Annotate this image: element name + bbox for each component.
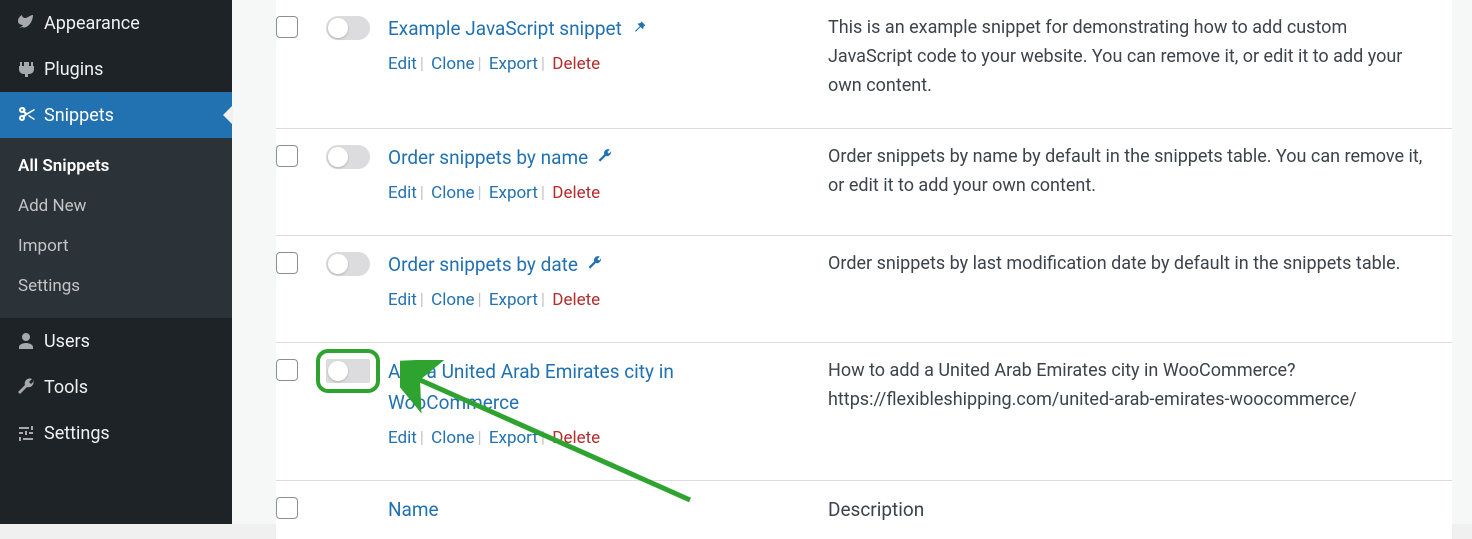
scissors-icon (16, 104, 44, 126)
brush-icon (16, 12, 44, 34)
sidebar-item-label: Snippets (44, 105, 114, 126)
sidebar-item-label: Users (44, 331, 90, 352)
table-row: Add a United Arab Emirates city in WooCo… (276, 343, 1452, 481)
sidebar-submenu: All Snippets Add New Import Settings (0, 138, 232, 318)
snippet-description: Order snippets by name by default in the… (828, 143, 1432, 201)
row-actions: Edit| Clone| Export| Delete (388, 180, 808, 207)
row-actions: Edit| Clone| Export| Delete (388, 51, 808, 78)
sidebar-item-label: Appearance (44, 13, 140, 34)
row-toggle[interactable] (326, 359, 370, 383)
sliders-icon (16, 422, 44, 444)
plug-icon (16, 58, 44, 80)
export-link[interactable]: Export (489, 183, 538, 203)
wrench-icon (597, 146, 613, 169)
sidebar-item-label: Settings (44, 423, 110, 444)
snippets-table: Example JavaScript snippet Edit| Clone| … (276, 0, 1452, 539)
table-row: Example JavaScript snippet Edit| Clone| … (276, 0, 1452, 129)
select-all-checkbox[interactable] (276, 497, 298, 519)
edit-link[interactable]: Edit (388, 54, 417, 74)
row-checkbox[interactable] (276, 16, 298, 38)
clone-link[interactable]: Clone (431, 428, 474, 448)
row-toggle[interactable] (326, 145, 370, 169)
delete-link[interactable]: Delete (552, 183, 600, 203)
row-actions: Edit| Clone| Export| Delete (388, 425, 808, 452)
sidebar-item-tools[interactable]: Tools (0, 364, 232, 410)
admin-sidebar: Appearance Plugins Snippets All Snippets… (0, 0, 232, 524)
column-header-name[interactable]: Name (388, 498, 439, 521)
export-link[interactable]: Export (489, 290, 538, 310)
snippet-title-link[interactable]: Order snippets by date (388, 253, 603, 276)
pin-icon (631, 17, 647, 40)
clone-link[interactable]: Clone (431, 54, 474, 74)
sidebar-item-label: Plugins (44, 59, 103, 80)
submenu-item-all-snippets[interactable]: All Snippets (0, 146, 232, 186)
sidebar-item-settings[interactable]: Settings (0, 410, 232, 456)
row-toggle[interactable] (326, 252, 370, 276)
submenu-item-import[interactable]: Import (0, 226, 232, 266)
row-toggle[interactable] (326, 16, 370, 40)
wrench-icon (587, 253, 603, 276)
row-checkbox[interactable] (276, 145, 298, 167)
snippet-title-link[interactable]: Add a United Arab Emirates city in WooCo… (388, 360, 674, 414)
row-checkbox[interactable] (276, 359, 298, 381)
sidebar-item-appearance[interactable]: Appearance (0, 0, 232, 46)
snippet-title-link[interactable]: Example JavaScript snippet (388, 17, 647, 40)
export-link[interactable]: Export (489, 54, 538, 74)
user-icon (16, 330, 44, 352)
sidebar-item-users[interactable]: Users (0, 318, 232, 364)
delete-link[interactable]: Delete (552, 428, 600, 448)
table-footer: Name Description (276, 481, 1452, 539)
edit-link[interactable]: Edit (388, 290, 417, 310)
sidebar-item-label: Tools (44, 377, 88, 398)
edit-link[interactable]: Edit (388, 183, 417, 203)
table-row: Order snippets by name Edit| Clone| Expo… (276, 129, 1452, 236)
sidebar-item-snippets[interactable]: Snippets (0, 92, 232, 138)
clone-link[interactable]: Clone (431, 183, 474, 203)
content-area: Example JavaScript snippet Edit| Clone| … (232, 0, 1472, 524)
edit-link[interactable]: Edit (388, 428, 417, 448)
column-header-description: Description (828, 498, 924, 521)
delete-link[interactable]: Delete (552, 290, 600, 310)
row-checkbox[interactable] (276, 252, 298, 274)
submenu-item-settings[interactable]: Settings (0, 266, 232, 306)
delete-link[interactable]: Delete (552, 54, 600, 74)
snippet-description: This is an example snippet for demonstra… (828, 14, 1432, 100)
snippet-title-link[interactable]: Order snippets by name (388, 146, 613, 169)
table-row: Order snippets by date Edit| Clone| Expo… (276, 236, 1452, 343)
export-link[interactable]: Export (489, 428, 538, 448)
clone-link[interactable]: Clone (431, 290, 474, 310)
sidebar-item-plugins[interactable]: Plugins (0, 46, 232, 92)
wrench-icon (16, 376, 44, 398)
submenu-item-add-new[interactable]: Add New (0, 186, 232, 226)
snippet-description: How to add a United Arab Emirates city i… (828, 357, 1432, 415)
row-actions: Edit| Clone| Export| Delete (388, 287, 808, 314)
snippet-description: Order snippets by last modification date… (828, 250, 1432, 279)
